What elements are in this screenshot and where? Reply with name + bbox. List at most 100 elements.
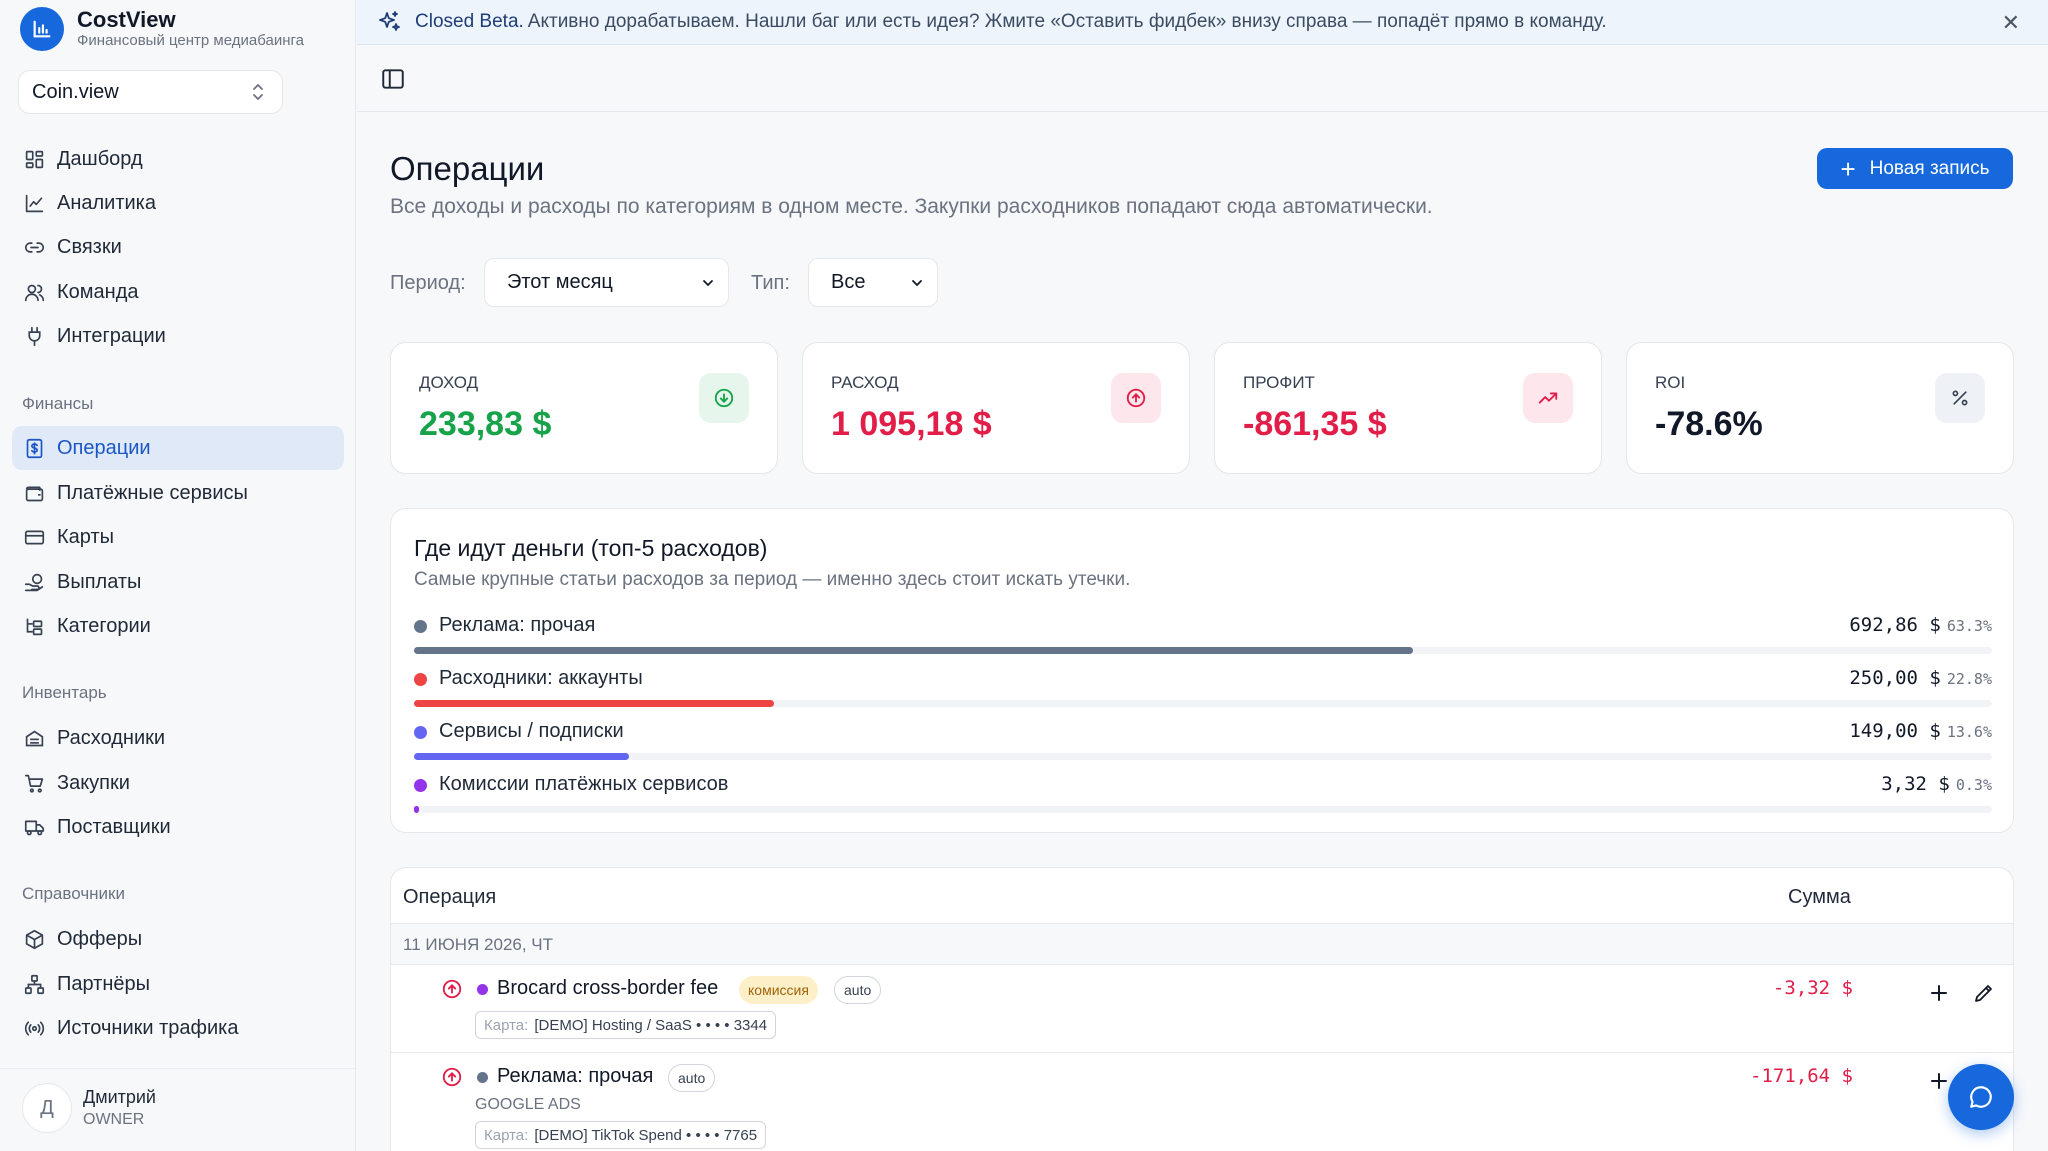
sidebar-item-operations[interactable]: Операции <box>12 426 344 470</box>
sidebar-item-cards[interactable]: Карты <box>12 515 344 559</box>
period-select[interactable]: Этот месяц <box>484 258 729 307</box>
sidebar-item-label: Категории <box>57 614 151 637</box>
sidebar-toggle-icon[interactable] <box>380 66 406 92</box>
chevron-up-down-icon <box>253 84 263 100</box>
sidebar-item-label: Команда <box>57 280 139 303</box>
expense-bar-fill <box>414 753 629 760</box>
sidebar-item-label: Источники трафика <box>57 1016 239 1039</box>
page-subtitle: Все доходы и расходы по категориям в одн… <box>390 195 1433 218</box>
beta-banner: Closed Beta. Активно дорабатываем. Нашли… <box>357 0 2048 45</box>
auto-badge: auto <box>668 1064 716 1092</box>
plus-icon[interactable] <box>1927 1069 1951 1093</box>
sidebar-item-label: Выплаты <box>57 570 142 593</box>
plus-icon[interactable] <box>1927 981 1951 1005</box>
expense-pct: 22.8% <box>1946 670 1992 688</box>
sidebar-item-team[interactable]: Команда <box>12 270 344 314</box>
sidebar-item-label: Операции <box>57 436 151 459</box>
trend-up-icon <box>1523 373 1573 423</box>
legend-dot <box>414 673 427 686</box>
sidebar-item-label: Связки <box>57 235 122 258</box>
expense-row: Реклама: прочая 692,86 $ 63.3% <box>414 611 1992 655</box>
income-card: ДОХОД 233,83 $ <box>390 342 778 474</box>
expense-bar-fill <box>414 806 419 813</box>
chart-line-icon <box>22 191 46 215</box>
sidebar-item-offers[interactable]: Офферы <box>12 917 344 961</box>
chevron-down-icon <box>703 280 713 287</box>
expense-value: 1 095,18 $ <box>831 405 992 443</box>
legend-dot <box>414 726 427 739</box>
table-row[interactable]: Реклама: прочая auto GOOGLE ADS Карта: [… <box>391 1053 2013 1151</box>
expense-amount: 692,86 $ 63.3% <box>1849 614 1992 636</box>
sidebar-item-purchases[interactable]: Закупки <box>12 761 344 805</box>
type-label: Тип: <box>751 272 790 294</box>
operation-name: Реклама: прочая <box>497 1065 654 1087</box>
expense-value: 149,00 $ <box>1849 720 1941 742</box>
sidebar-item-label: Дашборд <box>57 147 143 170</box>
income-label: ДОХОД <box>419 373 479 392</box>
type-value: Все <box>831 271 866 293</box>
chevron-down-icon <box>912 280 922 287</box>
expense-bar-track <box>414 700 1992 707</box>
sidebar-item-categories[interactable]: Категории <box>12 604 344 648</box>
top-expenses-panel: Где идут деньги (топ-5 расходов) Самые к… <box>390 508 2014 833</box>
feedback-chat-button[interactable] <box>1948 1064 2014 1130</box>
sidebar-item-label: Платёжные сервисы <box>57 481 248 504</box>
type-select[interactable]: Все <box>808 258 938 307</box>
sidebar-item-traffic-sources[interactable]: Источники трафика <box>12 1006 344 1050</box>
user-name: Дмитрий <box>83 1087 156 1107</box>
income-value: 233,83 $ <box>419 405 552 443</box>
card-chip: Карта: [DEMO] TikTok Spend • • • • 7765 <box>475 1121 767 1149</box>
receipt-icon <box>22 436 46 460</box>
percent-icon <box>1935 373 1985 423</box>
sidebar-item-payouts[interactable]: Выплаты <box>12 560 344 604</box>
table-row[interactable]: Brocard cross-border fee комиссия auto К… <box>391 965 2013 1053</box>
truck-icon <box>22 815 46 839</box>
sidebar-section-finance: Финансы <box>22 394 94 413</box>
table-header: Операция Сумма <box>391 868 2013 924</box>
operations-table: Операция Сумма 11 ИЮНЯ 2026, ЧТ Brocard … <box>390 867 2014 1151</box>
column-amount[interactable]: Сумма <box>1788 886 1851 909</box>
sidebar-item-payment-services[interactable]: Платёжные сервисы <box>12 471 344 515</box>
profit-label: ПРОФИТ <box>1243 373 1315 392</box>
link-icon <box>22 235 46 259</box>
expense-bar-fill <box>414 700 774 707</box>
workspace-value: Coin.view <box>32 80 119 103</box>
sidebar: CostView Финансовый центр медиабаинга Co… <box>0 0 356 1151</box>
sidebar-item-partners[interactable]: Партнёры <box>12 962 344 1006</box>
sidebar-item-analytics[interactable]: Аналитика <box>12 181 344 225</box>
operation-amount: -171,64 $ <box>1750 1065 1853 1087</box>
expense-pct: 13.6% <box>1946 723 1992 741</box>
brand[interactable]: CostView Финансовый центр медиабаинга <box>20 7 304 51</box>
sidebar-item-dashboard[interactable]: Дашборд <box>12 137 344 181</box>
sidebar-item-integrations[interactable]: Интеграции <box>12 314 344 358</box>
edit-icon[interactable] <box>1972 981 1996 1005</box>
expense-row: Расходники: аккаунты 250,00 $ 22.8% <box>414 664 1992 708</box>
sidebar-item-label: Закупки <box>57 771 130 794</box>
sidebar-item-label: Поставщики <box>57 815 171 838</box>
sidebar-item-label: Аналитика <box>57 191 156 214</box>
sidebar-item-suppliers[interactable]: Поставщики <box>12 805 344 849</box>
roi-card: ROI -78.6% <box>1626 342 2014 474</box>
users-icon <box>22 280 46 304</box>
expense-label: РАСХОД <box>831 373 899 392</box>
user-role: OWNER <box>83 1111 145 1128</box>
legend-dot <box>414 779 427 792</box>
column-operation[interactable]: Операция <box>403 886 496 909</box>
brand-name: CostView <box>77 7 176 32</box>
arrow-down-circle-icon <box>699 373 749 423</box>
category-dot <box>477 984 488 995</box>
close-icon[interactable]: ✕ <box>2002 10 2020 36</box>
brand-subtitle: Финансовый центр медиабаинга <box>77 32 304 49</box>
workspace-select[interactable]: Coin.view <box>18 70 283 114</box>
tree-icon <box>22 614 46 638</box>
user-profile[interactable]: Д Дмитрий OWNER <box>0 1068 355 1151</box>
sidebar-section-references: Справочники <box>22 884 125 903</box>
plug-icon <box>22 324 46 348</box>
new-record-button[interactable]: + Новая запись <box>1817 148 2013 189</box>
sidebar-item-consumables[interactable]: Расходники <box>12 716 344 760</box>
avatar: Д <box>22 1083 72 1133</box>
box-icon <box>22 927 46 951</box>
profit-card: ПРОФИТ -861,35 $ <box>1214 342 1602 474</box>
sidebar-item-bundles[interactable]: Связки <box>12 225 344 269</box>
category-dot <box>477 1072 488 1083</box>
